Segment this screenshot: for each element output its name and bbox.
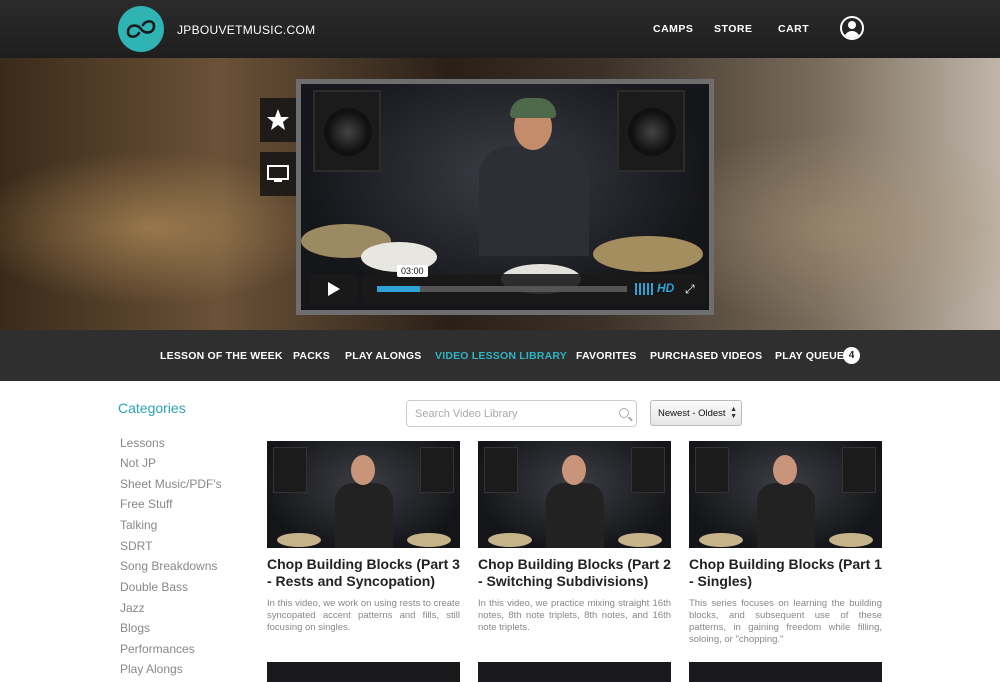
video-thumbnail[interactable] [478, 662, 671, 682]
tab-packs[interactable]: PACKS [293, 350, 330, 362]
logo-icon[interactable] [118, 6, 164, 52]
video-thumbnail[interactable] [689, 441, 882, 548]
video-thumbnail[interactable] [689, 662, 882, 682]
tab-play-queue[interactable]: PLAY QUEUE [775, 350, 844, 362]
seek-bar[interactable]: HD ⤢ [363, 274, 705, 304]
category-not-jp[interactable]: Not JP [120, 456, 156, 470]
player-controls: HD ⤢ [305, 274, 705, 304]
search-input[interactable] [415, 406, 605, 422]
tab-play-alongs[interactable]: PLAY ALONGS [345, 350, 422, 362]
category-play-alongs[interactable]: Play Alongs [120, 662, 183, 676]
category-sheet-music[interactable]: Sheet Music/PDF's [120, 477, 222, 491]
tab-purchased-videos[interactable]: PURCHASED VIDEOS [650, 350, 762, 362]
sort-select[interactable]: Newest - Oldest ▲ ▼ [650, 400, 742, 426]
category-talking[interactable]: Talking [120, 518, 157, 532]
favorite-star-button[interactable] [260, 98, 296, 142]
video-title[interactable]: Chop Building Blocks (Part 2 - Switching… [478, 556, 673, 590]
fullscreen-icon[interactable]: ⤢ [685, 282, 695, 297]
video-description: In this video, we work on using rests to… [267, 598, 460, 633]
category-free-stuff[interactable]: Free Stuff [120, 497, 172, 511]
display-mode-button[interactable] [260, 152, 296, 196]
speaker-right [617, 90, 685, 172]
star-icon [267, 109, 289, 130]
category-performances[interactable]: Performances [120, 642, 195, 656]
cymbal-right [593, 236, 703, 272]
drummer-cap [510, 98, 556, 118]
nav-cart[interactable]: CART [778, 23, 809, 35]
nav-store[interactable]: STORE [714, 23, 752, 35]
tab-video-lesson-library[interactable]: VIDEO LESSON LIBRARY [435, 350, 567, 362]
site-name[interactable]: JPBOUVETMUSIC.COM [177, 23, 315, 37]
video-screen[interactable]: HD ⤢ 03:00 [301, 84, 709, 310]
category-sdrt[interactable]: SDRT [120, 539, 152, 553]
search-icon[interactable] [619, 408, 629, 418]
category-song-breakdowns[interactable]: Song Breakdowns [120, 559, 217, 573]
video-title[interactable]: Chop Building Blocks (Part 3 - Rests and… [267, 556, 462, 590]
category-lessons[interactable]: Lessons [120, 436, 165, 450]
top-bar: JPBOUVETMUSIC.COM CAMPS STORE CART [0, 0, 1000, 58]
video-player[interactable]: HD ⤢ 03:00 [296, 79, 714, 315]
video-description: In this video, we practice mixing straig… [478, 598, 671, 633]
seek-progress [377, 286, 420, 292]
video-thumbnail[interactable] [478, 441, 671, 548]
time-tooltip: 03:00 [397, 265, 428, 277]
volume-icon[interactable] [635, 283, 653, 295]
play-icon [328, 282, 340, 296]
video-description: This series focuses on learning the buil… [689, 598, 882, 645]
drummer-body [479, 146, 589, 256]
video-title[interactable]: Chop Building Blocks (Part 1 - Singles) [689, 556, 884, 590]
search-box [406, 400, 637, 427]
nav-camps[interactable]: CAMPS [653, 23, 693, 35]
video-thumbnail[interactable] [267, 441, 460, 548]
play-button[interactable] [309, 274, 357, 304]
video-thumbnail[interactable] [267, 662, 460, 682]
play-queue-count-badge: 4 [843, 347, 860, 364]
tab-lesson-of-the-week[interactable]: LESSON OF THE WEEK [160, 350, 283, 362]
category-double-bass[interactable]: Double Bass [120, 580, 188, 594]
monitor-icon [267, 165, 289, 182]
categories-heading: Categories [118, 400, 186, 416]
speaker-left [313, 90, 381, 172]
category-jazz[interactable]: Jazz [120, 601, 145, 615]
user-account-icon[interactable] [840, 16, 864, 40]
tab-favorites[interactable]: FAVORITES [576, 350, 637, 362]
sort-selected-value: Newest - Oldest [658, 408, 726, 419]
category-blogs[interactable]: Blogs [120, 621, 150, 635]
select-arrows-icon: ▲ ▼ [730, 406, 737, 420]
hd-toggle[interactable]: HD [657, 281, 674, 295]
